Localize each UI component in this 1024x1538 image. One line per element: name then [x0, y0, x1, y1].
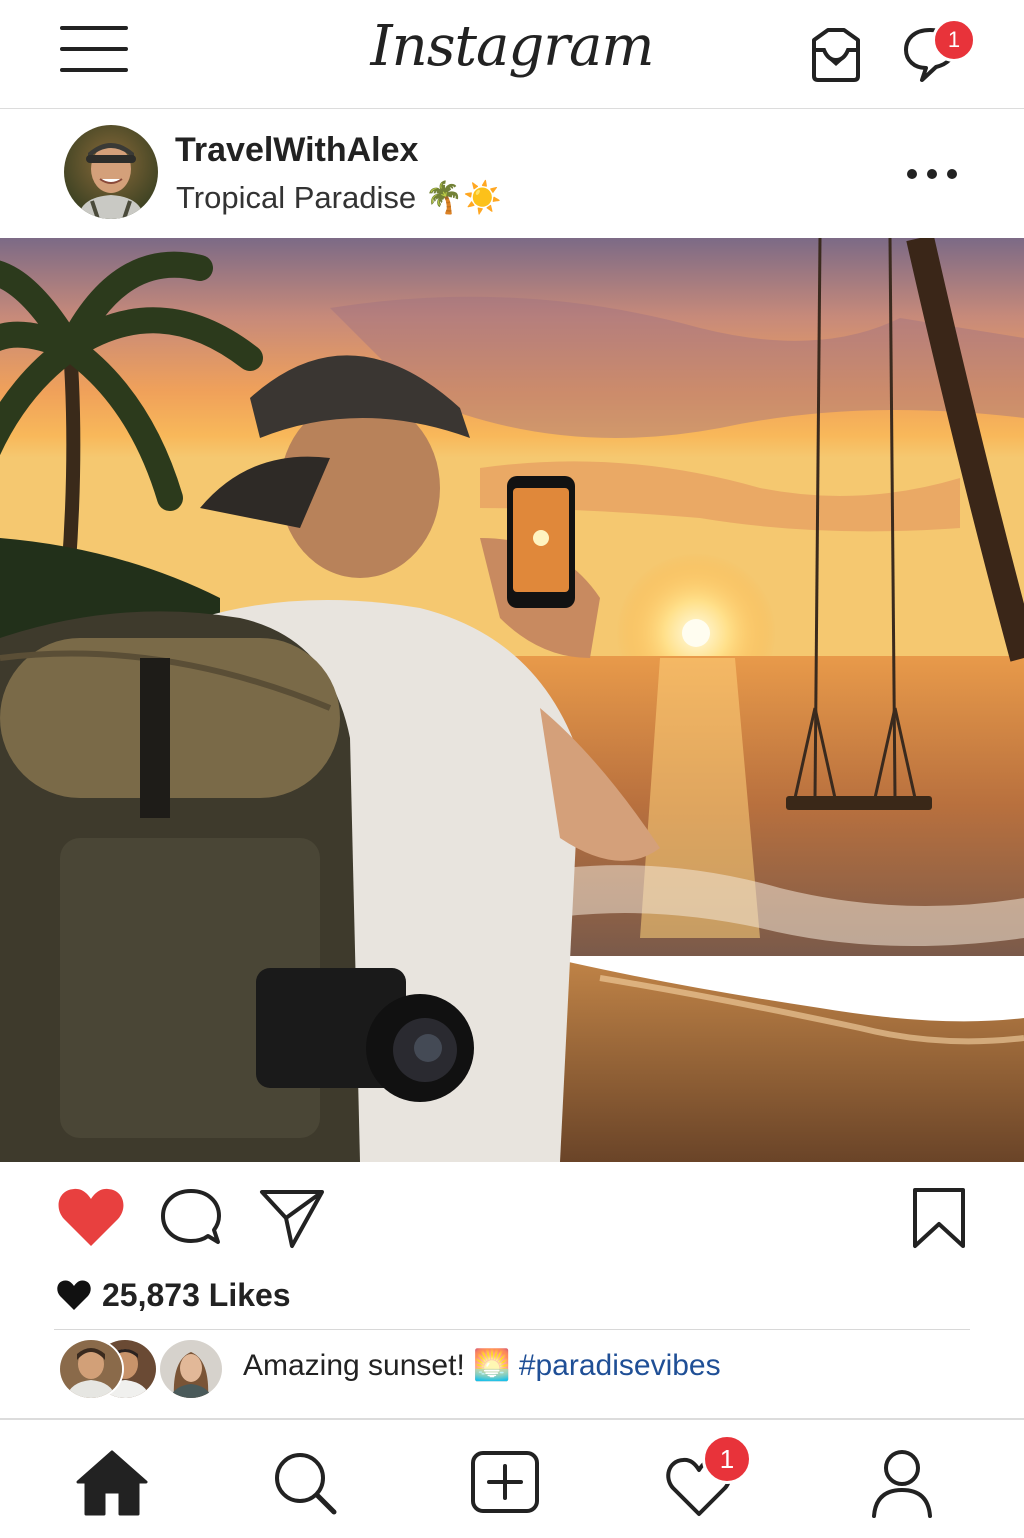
messages-badge: 1: [932, 18, 976, 62]
add-post-icon[interactable]: [470, 1450, 540, 1514]
more-dots-icon[interactable]: [900, 161, 964, 185]
comment-icon[interactable]: [158, 1186, 224, 1248]
caption-text: Amazing sunset! 🌅: [243, 1349, 511, 1382]
activity-badge: 1: [702, 1434, 752, 1484]
post-actions: [0, 1162, 1024, 1272]
likes-count[interactable]: 25,873 Likes: [56, 1274, 291, 1316]
post-caption: Amazing sunset! 🌅 #paradisevibes: [243, 1348, 721, 1383]
app-logo: Instagram: [370, 14, 655, 79]
small-heart-icon: [57, 1280, 91, 1310]
liker-avatar-2[interactable]: [58, 1338, 124, 1400]
liker-avatar-3[interactable]: [158, 1338, 224, 1400]
inbox-tray-icon[interactable]: [806, 26, 866, 84]
like-heart-icon[interactable]: [56, 1186, 126, 1248]
top-bar: Instagram 1: [0, 0, 1024, 109]
post-location[interactable]: Tropical Paradise 🌴☀️: [176, 179, 502, 216]
bottom-tab-bar: 1: [0, 1418, 1024, 1538]
post-username[interactable]: TravelWithAlex: [175, 131, 418, 170]
search-icon[interactable]: [272, 1450, 338, 1516]
post-header: TravelWithAlex Tropical Paradise 🌴☀️: [0, 109, 1024, 238]
share-send-icon[interactable]: [258, 1188, 326, 1250]
caption-hashtag[interactable]: #paradisevibes: [519, 1349, 721, 1382]
chat-bubble-icon[interactable]: 1: [900, 18, 980, 82]
divider: [54, 1329, 970, 1330]
likes-text: 25,873 Likes: [102, 1276, 291, 1313]
profile-icon[interactable]: [870, 1448, 934, 1518]
heart-icon[interactable]: 1: [664, 1434, 758, 1518]
post-photo[interactable]: [0, 238, 1024, 1162]
author-avatar[interactable]: [64, 125, 158, 219]
bookmark-icon[interactable]: [910, 1186, 968, 1250]
home-icon[interactable]: [76, 1448, 148, 1516]
